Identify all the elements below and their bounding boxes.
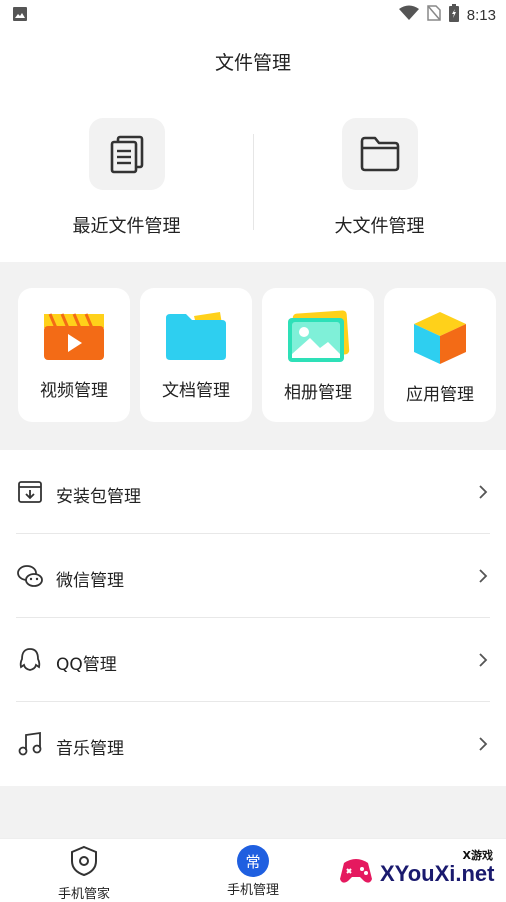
nav-phone-manager[interactable]: 手机管家 [24, 845, 144, 902]
chevron-right-icon [479, 569, 488, 583]
photo-album-icon [288, 310, 350, 362]
nav-label: 手机管理 [226, 883, 279, 898]
management-list: 安装包管理 微信管理 QQ管理 音乐管理 [0, 450, 506, 786]
top-tiles: 最近文件管理 大文件管理 [0, 116, 506, 256]
bottom-nav: 手机管家 常 手机管理 X游戏 XYouXi.net [0, 838, 506, 902]
game-controller-icon [340, 859, 372, 883]
album-card[interactable]: 相册管理 [262, 288, 374, 422]
chevron-right-icon [479, 653, 488, 667]
app-label: 应用管理 [406, 385, 474, 405]
large-files-tile[interactable]: 大文件管理 [253, 116, 506, 246]
app-box-icon [414, 312, 466, 364]
wifi-icon [398, 5, 419, 25]
chevron-right-icon [479, 737, 488, 751]
wechat-label: 微信管理 [56, 571, 124, 591]
watermark-text: XYouXi.net [380, 861, 495, 886]
recent-files-label: 最近文件管理 [72, 216, 181, 237]
wechat-icon [17, 565, 43, 587]
video-icon [44, 313, 104, 360]
battery-icon [448, 4, 459, 26]
list-item-qq[interactable]: QQ管理 [0, 618, 506, 702]
nav-label: 手机管家 [57, 887, 110, 902]
page-title: 文件管理 [214, 52, 291, 74]
video-label: 视频管理 [40, 381, 108, 401]
recent-files-tile[interactable]: 最近文件管理 [0, 116, 253, 246]
status-bar: 8:13 [0, 0, 506, 28]
list-item-music[interactable]: 音乐管理 [0, 702, 506, 786]
folder-icon [341, 118, 418, 190]
list-item-install-package[interactable]: 安装包管理 [0, 450, 506, 534]
install-package-label: 安装包管理 [56, 487, 141, 507]
album-label: 相册管理 [284, 383, 352, 403]
install-package-icon [18, 481, 42, 503]
status-time: 8:13 [466, 6, 496, 24]
music-note-icon [18, 731, 42, 756]
recent-files-icon [88, 118, 165, 190]
document-card[interactable]: 文档管理 [140, 288, 252, 422]
sim-icon [427, 5, 441, 25]
active-tab-badge: 常 [237, 845, 269, 877]
music-label: 音乐管理 [56, 739, 124, 759]
video-card[interactable]: 视频管理 [18, 288, 130, 422]
list-item-wechat[interactable]: 微信管理 [0, 534, 506, 618]
gallery-notification-icon [12, 6, 28, 26]
bottom-spacer [0, 786, 506, 838]
shield-icon [71, 845, 97, 877]
category-section: 视频管理 文档管理 相册管理 应用管理 [0, 262, 506, 450]
chevron-right-icon [479, 485, 488, 499]
nav-phone-management[interactable]: 常 手机管理 [193, 845, 313, 898]
large-files-label: 大文件管理 [334, 216, 425, 237]
document-folder-icon [166, 312, 226, 360]
app-card[interactable]: 应用管理 [384, 288, 496, 422]
qq-label: QQ管理 [56, 655, 117, 675]
document-label: 文档管理 [162, 381, 230, 401]
qq-icon [19, 648, 41, 671]
watermark-logo: X游戏 XYouXi.net [336, 847, 501, 897]
